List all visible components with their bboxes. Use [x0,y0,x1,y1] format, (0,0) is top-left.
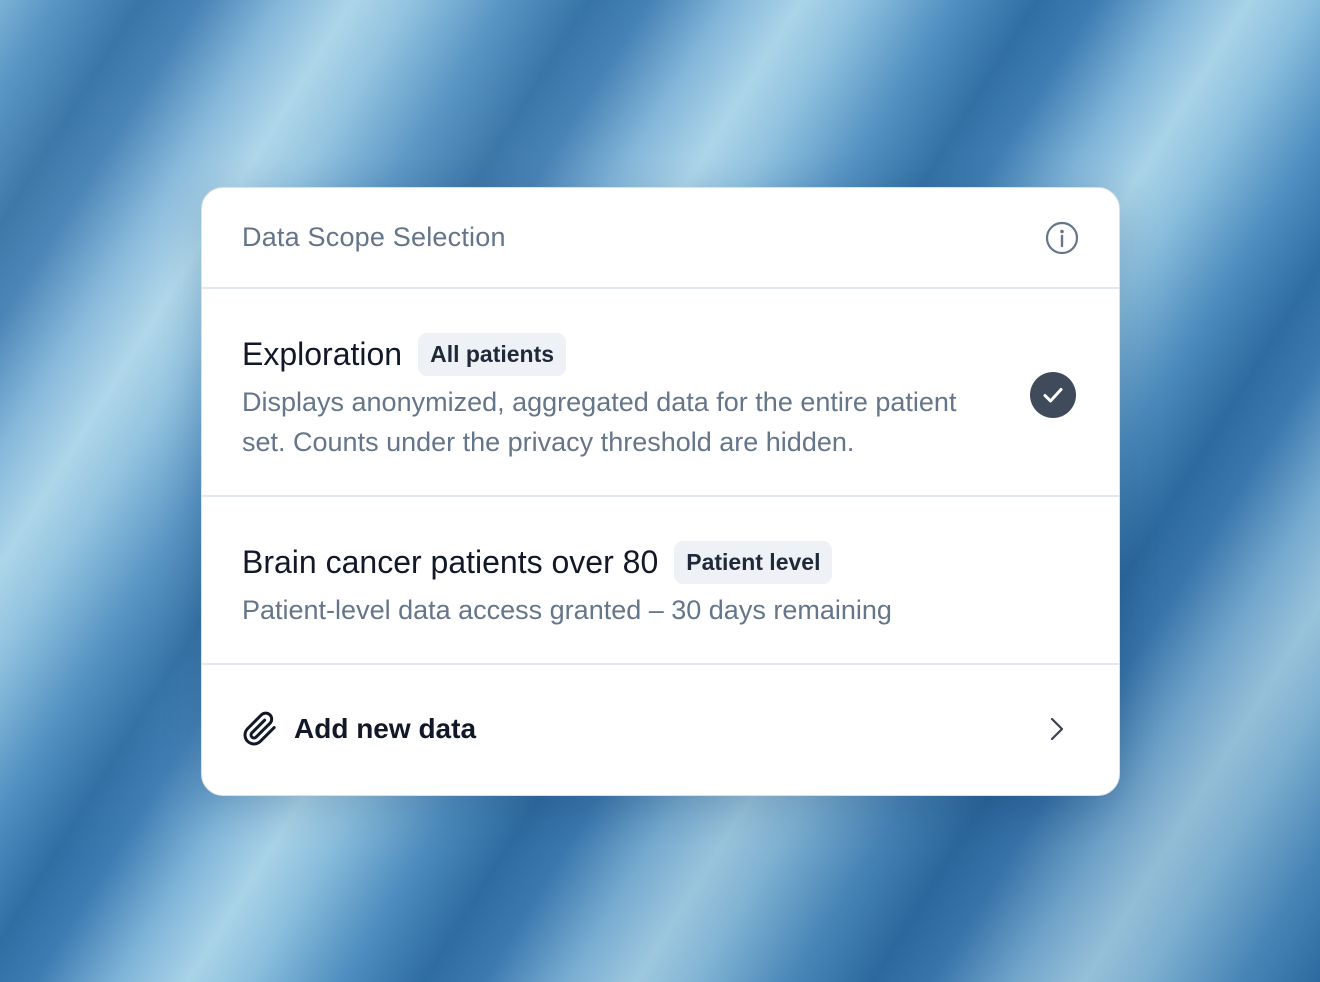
data-scope-card: Data Scope Selection Exploration All pat… [201,187,1120,796]
option-brain-cancer-patients[interactable]: Brain cancer patients over 80 Patient le… [202,497,1119,665]
option-title-row: Brain cancer patients over 80 Patient le… [242,541,1079,584]
add-new-data-label: Add new data [294,713,477,744]
info-icon[interactable] [1045,221,1079,255]
option-title-row: Exploration All patients [242,333,1079,376]
scope-badge: Patient level [674,541,833,584]
option-title: Exploration [242,336,403,372]
option-title: Brain cancer patients over 80 [242,544,659,580]
option-description: Displays anonymized, aggregated data for… [242,387,957,457]
add-new-data-button[interactable]: Add new data [202,665,1119,793]
selected-check-icon [1030,372,1076,418]
scope-badge: All patients [418,333,567,376]
chevron-right-icon [1043,716,1069,742]
card-header: Data Scope Selection [202,188,1119,289]
card-title: Data Scope Selection [242,222,506,252]
option-description: Patient-level data access granted – 30 d… [242,595,892,625]
option-exploration[interactable]: Exploration All patients Displays anonym… [202,289,1119,497]
paperclip-icon [242,711,278,747]
